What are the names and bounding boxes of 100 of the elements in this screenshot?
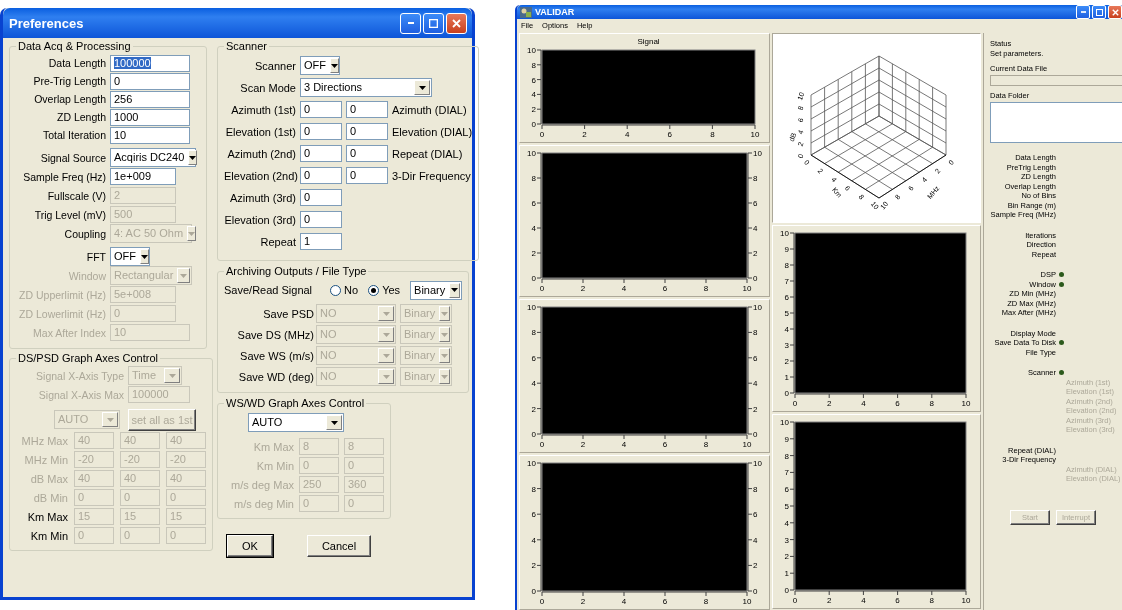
dropdown[interactable]: OFF <box>110 247 150 266</box>
maximize-icon <box>429 18 438 28</box>
tick-label: 10 <box>753 149 762 158</box>
tick-label: 4 <box>621 597 627 606</box>
text-field[interactable]: 1 <box>300 233 342 250</box>
field-label: Pre-Trig Length <box>32 75 106 87</box>
close-icon <box>1111 8 1119 16</box>
caret-icon <box>382 332 390 337</box>
ok-button[interactable]: OK <box>227 535 273 557</box>
tick-label: 0 <box>531 430 536 439</box>
text-field[interactable]: 10 <box>110 126 190 144</box>
text-field[interactable]: 1000 <box>110 108 190 126</box>
field-label: Signal X-Axis Type <box>35 369 124 382</box>
tick-label: 3 <box>784 535 789 545</box>
field-label: MHz Min <box>23 453 68 466</box>
text-field[interactable]: 0 <box>300 167 342 184</box>
text-field[interactable]: 0 <box>110 72 190 90</box>
text-field[interactable]: 0 <box>346 167 388 184</box>
tick-label: 2 <box>784 357 789 366</box>
caret-icon <box>418 85 426 90</box>
tick-label: 4 <box>621 284 627 293</box>
dropdown[interactable]: Binary <box>410 280 463 300</box>
tick-label: 8 <box>703 597 709 606</box>
tick-label: 2 <box>580 440 586 449</box>
caret-icon <box>451 288 459 292</box>
field-label: Km Min <box>255 459 294 472</box>
field-label: Save WS (m/s) <box>239 349 314 362</box>
minimize-button[interactable] <box>1076 5 1090 19</box>
field-label: Scanner <box>254 59 296 72</box>
tick-label: 0 <box>784 389 789 398</box>
maximize-button[interactable] <box>423 12 444 34</box>
caret-icon <box>141 254 148 259</box>
tick-label: 6 <box>667 130 673 139</box>
close-button[interactable] <box>446 12 467 34</box>
text-field[interactable]: 0 <box>300 101 342 118</box>
tick-label: 8 <box>531 174 536 183</box>
maximize-icon <box>1095 8 1103 16</box>
tick-label: 1 <box>784 373 789 382</box>
minimize-button[interactable] <box>400 12 421 34</box>
caret-icon <box>180 273 188 278</box>
dropdown[interactable]: AUTO <box>248 413 344 432</box>
field-label: Save DS (MHz) <box>236 328 314 341</box>
field-label: Elevation (2nd) <box>224 169 296 182</box>
field-label: Km Min <box>29 529 68 542</box>
text-field[interactable]: 0 <box>300 211 342 228</box>
text-field[interactable]: 256 <box>110 90 190 108</box>
tick-label: 0 <box>539 284 545 293</box>
tick-label: 4 <box>753 379 758 389</box>
dropdown[interactable]: Acqiris DC240 <box>110 148 196 167</box>
field-label: 3-Dir Frequency <box>392 169 471 182</box>
field-label: Azimuth (3rd) <box>228 191 296 204</box>
minimize-icon <box>1080 11 1086 13</box>
tick-label: 6 <box>531 510 536 520</box>
field-label: Signal X-Axis Max <box>37 388 124 401</box>
tick-label: 0 <box>531 274 536 283</box>
group-title: Scanner <box>225 40 268 52</box>
tick-label: 0 <box>531 587 536 596</box>
text-field[interactable]: 0 <box>300 145 342 162</box>
tick-label: 10 <box>742 597 752 606</box>
text-field[interactable]: 1e+009 <box>110 168 176 185</box>
app-icon <box>520 6 532 18</box>
field-label: Signal Source <box>39 151 106 164</box>
maximize-button[interactable] <box>1092 5 1106 19</box>
tick-label: 6 <box>784 485 789 495</box>
text-field[interactable]: 0 <box>346 145 388 162</box>
tick-label: 10 <box>750 130 760 139</box>
dropdown[interactable]: 3 Directions <box>300 78 432 97</box>
radio-button[interactable]: No <box>330 284 359 296</box>
field-label: Elevation (DIAL) <box>392 125 473 138</box>
tick-label: 6 <box>753 510 758 520</box>
text-field[interactable]: 0 <box>300 189 342 206</box>
text-field[interactable]: 0 <box>300 123 342 140</box>
text-field[interactable]: 0 <box>346 101 388 118</box>
data-folder-box[interactable] <box>990 102 1122 143</box>
tick-label: 6 <box>895 596 900 605</box>
close-icon <box>452 18 461 28</box>
close-button[interactable] <box>1108 5 1122 19</box>
dropdown[interactable]: OFF <box>300 56 340 75</box>
tick-label: 6 <box>753 199 758 208</box>
tick-label: 4 <box>624 130 630 139</box>
tick-label: 0 <box>531 120 536 129</box>
field-label: ZD Upperlimit (Hz) <box>18 288 106 301</box>
text-field[interactable]: 100000 <box>110 54 190 72</box>
tick-label: 0 <box>539 597 545 606</box>
field-label: dB Max <box>29 472 68 485</box>
tick-label: 2 <box>531 105 536 115</box>
tick-label: 8 <box>703 284 709 293</box>
tick-label: 10 <box>742 284 752 293</box>
field-label: ZD Length <box>55 111 106 123</box>
tick-label: 2 <box>580 597 586 606</box>
tick-label: 8 <box>784 451 789 461</box>
tick-label: 6 <box>662 597 668 606</box>
caret-icon <box>441 332 449 337</box>
radio-button[interactable]: Yes <box>368 284 401 296</box>
text-field[interactable]: 0 <box>346 123 388 140</box>
tick-label: 8 <box>753 328 758 338</box>
field-label: Window <box>67 269 106 282</box>
cancel-button[interactable]: Cancel <box>307 535 371 557</box>
tick-label: 0 <box>753 274 758 283</box>
field-label: Km Max <box>26 510 68 523</box>
